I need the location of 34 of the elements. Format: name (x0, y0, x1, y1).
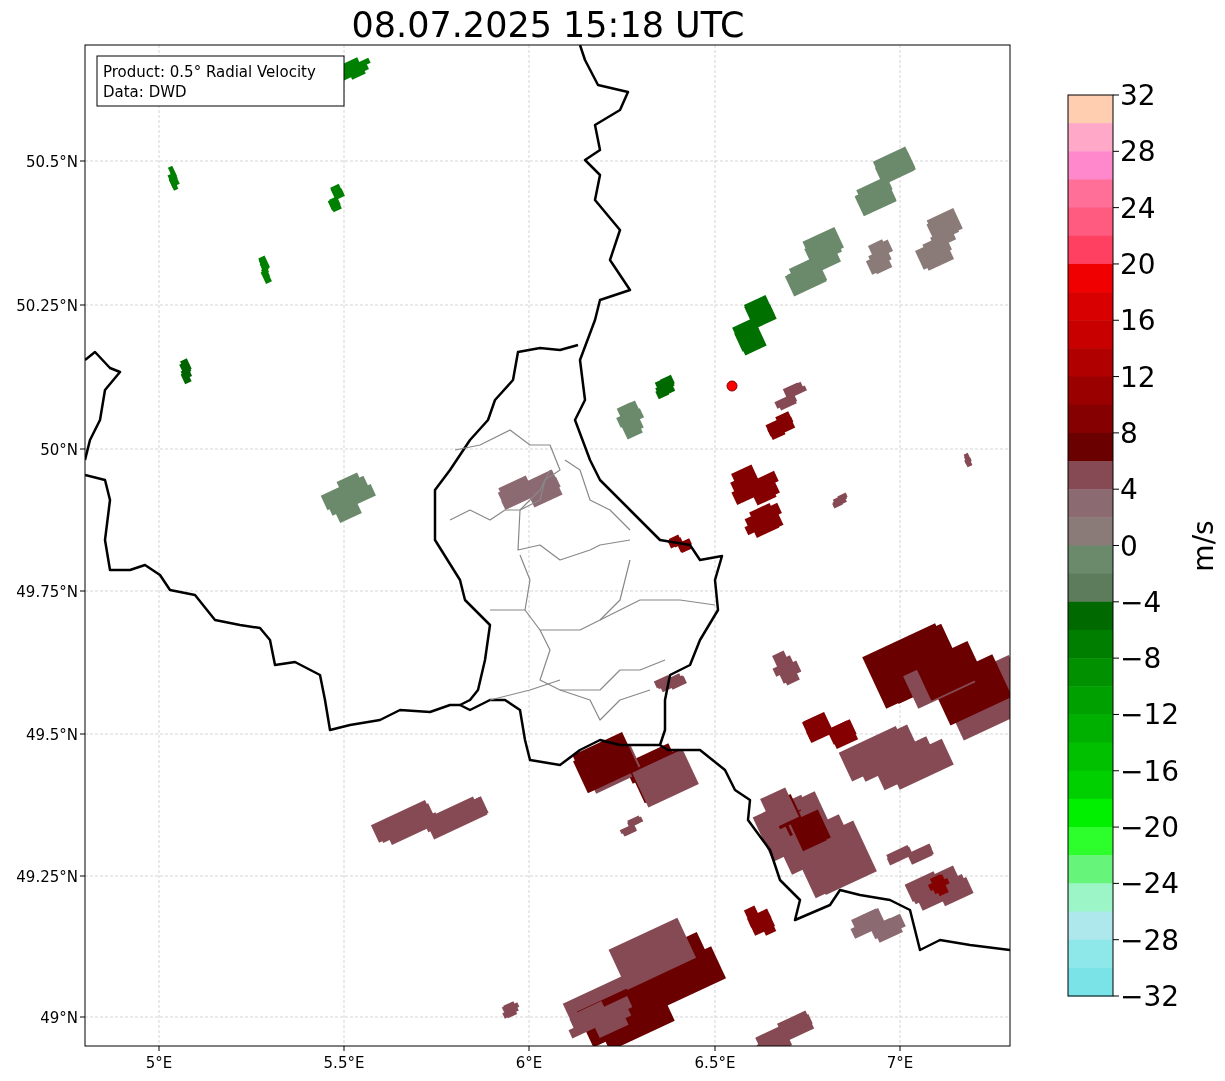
colorbar-tick-label: 24 (1120, 191, 1156, 225)
x-tick-label: 7°E (886, 1054, 914, 1072)
colorbar-tick-label: −24 (1120, 867, 1180, 901)
colorbar-tick-label: 20 (1120, 247, 1156, 281)
radar-site-marker (726, 380, 738, 392)
colorbar-tick-label: 0 (1120, 529, 1138, 563)
legend-text: Product: 0.5° Radial Velocity (103, 63, 316, 81)
y-tick-label: 49°N (40, 1009, 78, 1027)
x-tick-label: 6.5°E (694, 1054, 736, 1072)
y-tick-label: 49.5°N (25, 726, 78, 744)
legend-text: Data: DWD (103, 83, 187, 101)
x-tick-label: 5°E (145, 1054, 173, 1072)
colorbar-tick-label: 32 (1120, 79, 1156, 112)
colorbar-tick-label: 8 (1120, 416, 1138, 450)
y-tick-label: 50.5°N (25, 153, 78, 171)
y-tick-label: 50.25°N (16, 297, 78, 315)
chart-title: 08.07.2025 15:18 UTC (351, 5, 745, 45)
x-tick-label: 6°E (515, 1054, 543, 1072)
colorbar-tick-label: −28 (1120, 923, 1180, 957)
colorbar-label: m/s (1187, 520, 1220, 572)
x-tick-label: 5.5°E (323, 1054, 365, 1072)
colorbar-tick-label: 12 (1120, 360, 1156, 394)
colorbar-tick-label: −8 (1120, 642, 1162, 676)
colorbar-tick-label: −20 (1120, 811, 1180, 845)
y-tick-label: 49.25°N (16, 868, 78, 886)
colorbar-tick-label: −4 (1120, 585, 1162, 619)
colorbar-tick-label: −16 (1120, 754, 1180, 788)
y-tick-label: 50°N (40, 441, 78, 459)
y-tick-label: 49.75°N (16, 583, 78, 601)
colorbar-tick-label: 16 (1120, 304, 1156, 338)
colorbar-tick-label: −32 (1120, 980, 1180, 1013)
colorbar-tick-label: 28 (1120, 135, 1156, 169)
colorbar-tick-label: 4 (1120, 473, 1138, 507)
colorbar-tick-label: −12 (1120, 698, 1180, 732)
